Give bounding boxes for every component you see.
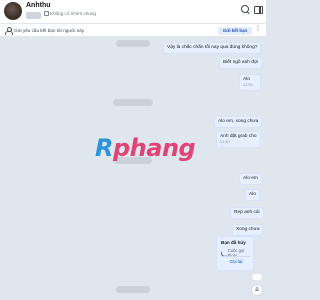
date-separator xyxy=(113,99,153,106)
more-options-icon[interactable]: ⋮ xyxy=(255,26,261,33)
avatar[interactable] xyxy=(4,2,22,20)
friend-request-bar: Gửi yêu cầu kết bạn tới người này Gửi kế… xyxy=(0,24,266,37)
message-bubble[interactable]: Alo xyxy=(245,189,260,201)
date-separator xyxy=(116,40,150,47)
call-type-row: Cuộc gọi thoại xyxy=(221,248,253,258)
divider xyxy=(221,256,251,257)
group-tag-label: Không có nhóm chung xyxy=(50,11,96,16)
sidebar-panel-icon[interactable] xyxy=(254,6,263,14)
message-bubble[interactable]: Alo em, xong chưa xyxy=(214,116,263,128)
message-bubble[interactable]: Biết ngõ anh đợi xyxy=(219,57,263,69)
friend-request-text: Gửi yêu cầu kết bạn tới người này xyxy=(14,27,85,33)
contact-name[interactable]: Anhthu xyxy=(26,2,51,9)
status-pill xyxy=(26,12,41,19)
message-bubble[interactable]: Xong chưa xyxy=(232,224,264,236)
watermark-logo: Rphang xyxy=(95,134,196,162)
message-bubble[interactable]: Anh đặt grab cho 21:30 xyxy=(216,131,261,148)
chat-header: Anhthu Không có nhóm chung xyxy=(0,0,266,24)
search-icon[interactable] xyxy=(241,5,250,14)
message-time: 21:05 xyxy=(243,83,253,87)
message-bubble[interactable]: Alo 21:05 xyxy=(239,74,261,91)
add-friend-icon xyxy=(5,27,13,35)
tag-icon xyxy=(44,11,49,16)
message-bubble[interactable]: Rep anh cái xyxy=(230,207,264,219)
message-time: 21:30 xyxy=(220,140,230,144)
send-friend-request-button[interactable]: Gửi kết bạn xyxy=(218,26,252,35)
call-card[interactable]: Bạn đã hủy Cuộc gọi thoại Gọi lại xyxy=(216,236,254,271)
group-tag[interactable]: Không có nhóm chung xyxy=(44,11,96,16)
chevron-double-down-icon[interactable]: ⇊ xyxy=(251,284,263,296)
call-type: Cuộc gọi thoại xyxy=(227,248,245,258)
message-bubble[interactable]: Alo em xyxy=(239,173,262,185)
unread-indicator xyxy=(252,274,262,280)
message-bubble[interactable]: Vậy là chắc chắn tối nay qua đúng không? xyxy=(163,42,262,54)
call-back-button[interactable]: Gọi lại xyxy=(217,259,255,264)
date-separator xyxy=(116,286,150,293)
call-status: Bạn đã hủy xyxy=(221,240,246,245)
phone-icon xyxy=(221,251,226,256)
